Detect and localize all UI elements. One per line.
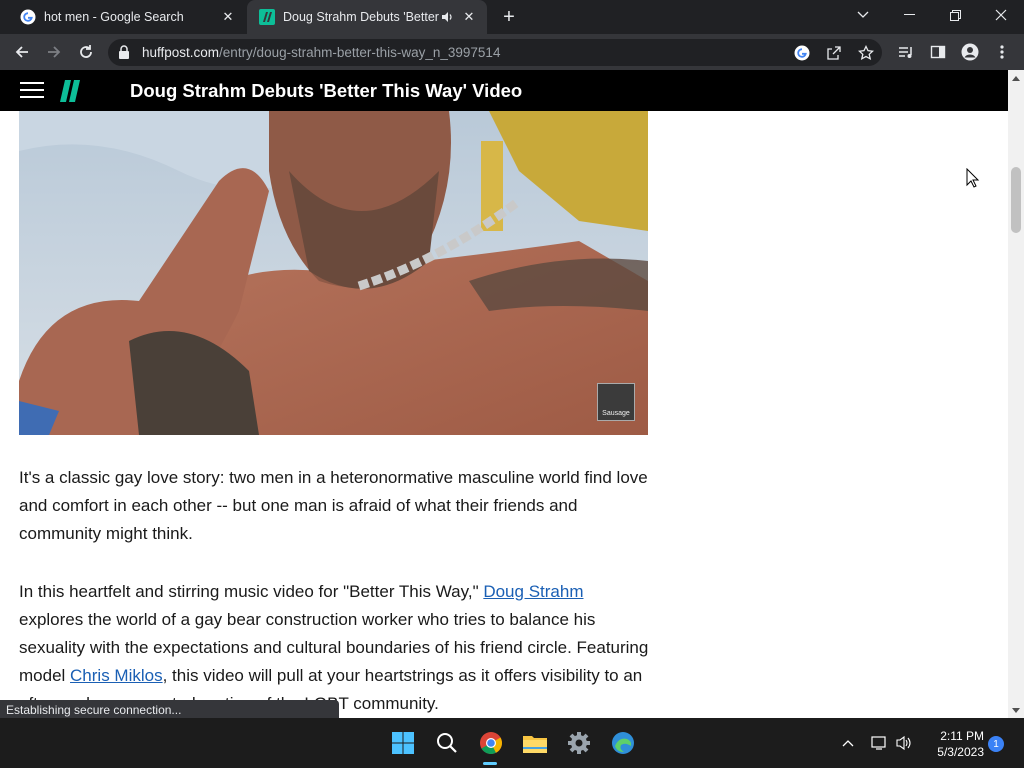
speaker-icon[interactable] — [439, 9, 455, 25]
reload-button[interactable] — [72, 38, 100, 66]
hero-video-image[interactable]: Sausage — [19, 111, 648, 435]
side-panel-icon[interactable] — [924, 38, 952, 66]
address-bar[interactable]: huffpost.com/entry/doug-strahm-better-th… — [108, 39, 882, 66]
mouse-cursor-icon — [966, 167, 980, 193]
huffpost-icon — [259, 9, 275, 25]
web-page: Doug Strahm Debuts 'Better This Way' Vid… — [0, 70, 1008, 718]
huffpost-logo[interactable] — [58, 80, 82, 102]
scroll-up-arrow-icon[interactable] — [1008, 70, 1024, 86]
close-window-button[interactable] — [978, 0, 1024, 30]
lock-icon[interactable] — [118, 45, 130, 64]
tab-title: Doug Strahm Debuts 'Better — [283, 10, 439, 24]
close-tab-icon[interactable]: ✕ — [459, 7, 479, 27]
minimize-button[interactable] — [886, 0, 932, 30]
article-title: Doug Strahm Debuts 'Better This Way' Vid… — [130, 80, 523, 101]
share-icon[interactable] — [824, 43, 844, 63]
paragraph-text: In this heartfelt and stirring music vid… — [19, 582, 484, 601]
status-bar: Establishing secure connection... — [0, 700, 339, 718]
tab-huffpost-article[interactable]: Doug Strahm Debuts 'Better ✕ — [247, 0, 487, 34]
system-clock[interactable]: 2:11 PM 5/3/2023 — [924, 728, 984, 760]
clock-time: 2:11 PM — [940, 729, 984, 743]
tab-title: hot men - Google Search — [44, 10, 184, 24]
restore-button[interactable] — [932, 0, 978, 30]
hamburger-menu-icon[interactable] — [20, 82, 44, 100]
search-icon[interactable] — [430, 726, 464, 760]
tab-strip: hot men - Google Search ✕ Doug Strahm De… — [0, 0, 1024, 34]
google-lens-icon[interactable] — [792, 43, 812, 63]
active-app-indicator — [483, 762, 497, 765]
url-path: /entry/doug-strahm-better-this-way_n_399… — [219, 45, 501, 60]
chrome-icon[interactable] — [474, 726, 508, 760]
url-text: huffpost.com/entry/doug-strahm-better-th… — [142, 45, 500, 60]
tab-search-icon[interactable] — [840, 0, 886, 30]
page-scrollbar[interactable] — [1008, 70, 1024, 718]
more-menu-icon[interactable] — [988, 38, 1016, 66]
scroll-down-arrow-icon[interactable] — [1008, 702, 1024, 718]
chris-miklos-link[interactable]: Chris Miklos — [70, 666, 163, 685]
file-explorer-icon[interactable] — [518, 726, 552, 760]
google-g-icon — [20, 9, 36, 25]
forward-button[interactable] — [40, 38, 68, 66]
clock-date: 5/3/2023 — [937, 745, 984, 759]
windows-taskbar: 2:11 PM 5/3/2023 1 — [0, 718, 1024, 768]
new-tab-button[interactable]: + — [498, 6, 520, 28]
windows-start-icon[interactable] — [386, 726, 420, 760]
browser-toolbar: huffpost.com/entry/doug-strahm-better-th… — [0, 34, 1024, 70]
article-paragraph: It's a classic gay love story: two men i… — [19, 468, 648, 543]
scrollbar-thumb[interactable] — [1011, 167, 1021, 233]
notification-badge[interactable]: 1 — [988, 736, 1004, 752]
close-tab-icon[interactable]: ✕ — [218, 7, 238, 27]
back-button[interactable] — [8, 38, 36, 66]
screen: hot men - Google Search ✕ Doug Strahm De… — [0, 0, 1024, 768]
media-control-icon[interactable] — [892, 38, 920, 66]
network-icon[interactable] — [870, 733, 890, 753]
video-watermark: Sausage — [597, 383, 635, 421]
tray-overflow-chevron-icon[interactable] — [838, 733, 858, 753]
settings-gear-icon[interactable] — [562, 726, 596, 760]
article-paragraph: In this heartfelt and stirring music vid… — [19, 578, 649, 718]
edge-browser-icon[interactable] — [606, 726, 640, 760]
bookmark-star-icon[interactable] — [856, 43, 876, 63]
url-host: huffpost.com — [142, 45, 220, 60]
site-header: Doug Strahm Debuts 'Better This Way' Vid… — [0, 70, 1008, 111]
tab-google-search[interactable]: hot men - Google Search ✕ — [8, 0, 246, 34]
volume-icon[interactable] — [894, 733, 914, 753]
doug-strahm-link[interactable]: Doug Strahm — [483, 582, 583, 601]
profile-avatar-icon[interactable] — [956, 38, 984, 66]
